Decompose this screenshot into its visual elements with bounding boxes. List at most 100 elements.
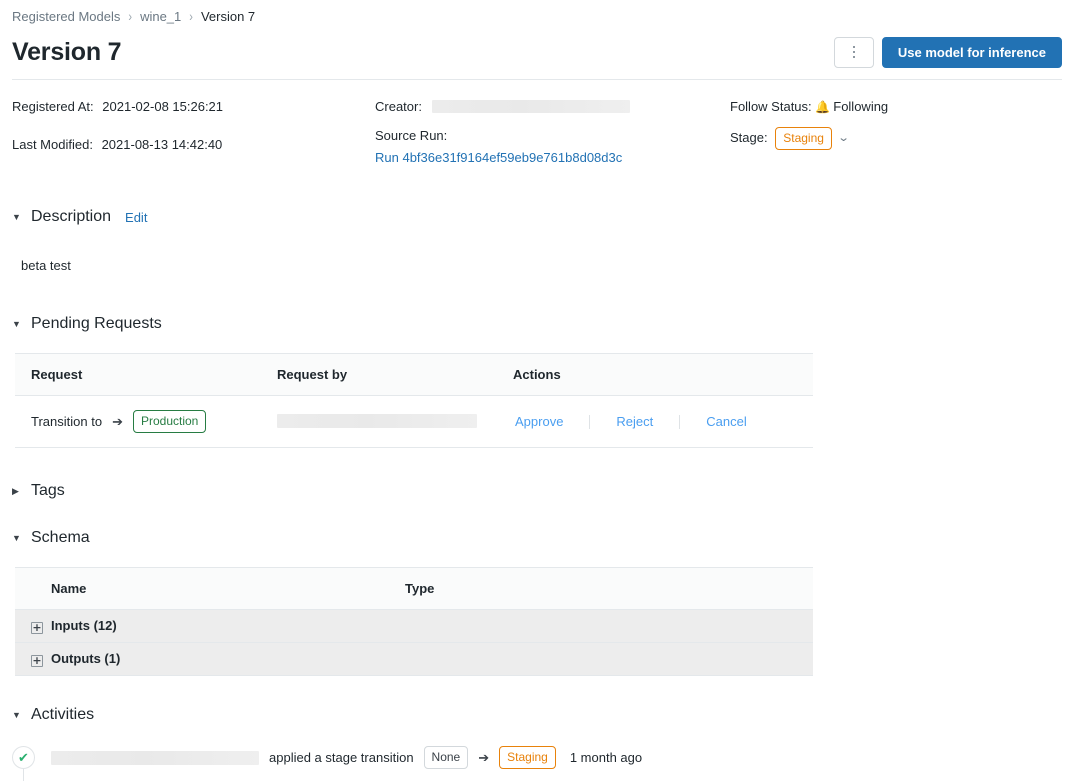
activity-text: applied a stage transition xyxy=(269,750,414,765)
header-actions: Use model for inference xyxy=(833,36,1062,68)
caret-right-icon: ▶ xyxy=(12,485,19,496)
request-cell: Transition to ➔ Production xyxy=(15,395,261,448)
label-colon: : xyxy=(90,99,94,114)
follow-status-label: Follow Status xyxy=(730,99,809,114)
expand-plus-icon[interactable]: + xyxy=(31,622,43,634)
schema-outputs-type xyxy=(405,642,813,676)
column-header-type: Type xyxy=(405,567,813,610)
expand-plus-icon[interactable]: + xyxy=(31,655,43,667)
metadata-column-dates: Registered At: 2021-02-08 15:26:21 Last … xyxy=(12,97,375,186)
stage-badge: Staging xyxy=(775,127,832,150)
request-prefix: Transition to xyxy=(31,414,103,429)
schema-section-header[interactable]: ▼ Schema xyxy=(12,527,1062,549)
caret-down-icon: ▼ xyxy=(12,709,21,720)
source-run-field: Source Run: Run 4bf36e31f9164ef59eb9e761… xyxy=(375,126,730,167)
last-modified-field: Last Modified: 2021-08-13 14:42:40 xyxy=(12,135,375,154)
breadcrumb-item-registered-models[interactable]: Registered Models xyxy=(12,9,120,24)
label-colon: : xyxy=(808,99,812,114)
table-body: Transition to ➔ Production Approve Rejec… xyxy=(15,395,813,448)
registered-at-label: Registered At xyxy=(12,99,91,114)
breadcrumb-item-wine-1[interactable]: wine_1 xyxy=(140,9,181,24)
breadcrumb-item-version-7: Version 7 xyxy=(200,9,256,24)
schema-inputs-type xyxy=(405,609,813,643)
schema-table: Name Type + Inputs (12) + Outputs (1) xyxy=(15,567,813,676)
requested-by-redacted xyxy=(277,414,477,428)
follow-status-value[interactable]: Following xyxy=(833,99,888,114)
pending-requests-section: ▼ Pending Requests Request Request by Ac… xyxy=(12,313,1062,448)
description-body: beta test xyxy=(21,258,71,273)
page-header: Version 7 Use model for inference xyxy=(12,30,1062,74)
activity-from-stage-badge: None xyxy=(423,746,469,769)
use-model-for-inference-button[interactable]: Use model for inference xyxy=(881,36,1062,68)
metadata-column-status: Follow Status: 🔔 Following Stage: Staging… xyxy=(730,97,1062,186)
source-run-link[interactable]: Run 4bf36e31f9164ef59eb9e761b8d08d3c xyxy=(375,148,730,167)
description-section-header[interactable]: ▼ Description Edit xyxy=(12,206,1062,228)
description-title: Description xyxy=(31,208,112,225)
pending-requests-table: Request Request by Actions Transition to… xyxy=(15,353,813,448)
stage-control: Staging ⌄ xyxy=(775,127,850,150)
stage-label: Stage xyxy=(730,130,764,145)
action-divider xyxy=(589,414,591,429)
chevron-down-icon[interactable]: ⌄ xyxy=(837,129,849,148)
caret-down-icon: ▼ xyxy=(12,211,21,222)
pending-requests-section-header[interactable]: ▼ Pending Requests xyxy=(12,313,1062,335)
approve-link[interactable]: Approve xyxy=(513,414,565,429)
page-title: Version 7 xyxy=(12,37,122,66)
description-edit-link[interactable]: Edit xyxy=(125,210,147,225)
tags-section: ▶ Tags xyxy=(12,480,1062,502)
column-header-name: Name xyxy=(15,567,405,610)
tags-section-header[interactable]: ▶ Tags xyxy=(12,480,1062,502)
table-header-row: Request Request by Actions xyxy=(15,353,813,396)
creator-value-redacted xyxy=(431,100,630,113)
creator-field: Creator: xyxy=(375,97,730,116)
activity-timestamp: 1 month ago xyxy=(569,750,643,765)
schema-row-name: Outputs (1) xyxy=(51,651,121,666)
follow-status-field: Follow Status: 🔔 Following xyxy=(730,97,1062,117)
schema-section: ▼ Schema Name Type + Inputs (12) + Outpu… xyxy=(12,527,1062,676)
registered-at-value: 2021-02-08 15:26:21 xyxy=(102,99,224,114)
table-row[interactable]: + Inputs (12) xyxy=(15,609,813,643)
breadcrumb-separator-icon: › xyxy=(128,9,133,24)
arrow-right-icon: ➔ xyxy=(478,749,490,765)
cancel-link[interactable]: Cancel xyxy=(704,414,748,429)
target-stage-badge: Production xyxy=(132,410,207,433)
metadata-column-source: Creator: Source Run: Run 4bf36e31f9164ef… xyxy=(375,97,730,186)
schema-table-head: Name Type xyxy=(15,567,813,610)
action-divider xyxy=(679,414,681,429)
kebab-icon xyxy=(852,45,856,59)
registered-at-field: Registered At: 2021-02-08 15:26:21 xyxy=(12,97,375,116)
table-row[interactable]: + Outputs (1) xyxy=(15,642,813,676)
schema-row-name: Inputs (12) xyxy=(51,618,117,633)
label-colon: : xyxy=(763,130,768,145)
activity-item: ✔ applied a stage transition None ➔ Stag… xyxy=(12,746,1062,781)
pending-requests-title: Pending Requests xyxy=(31,315,162,332)
creator-label: Creator xyxy=(375,99,419,114)
check-icon: ✔ xyxy=(12,746,35,769)
breadcrumb: Registered Models › wine_1 › Version 7 xyxy=(12,0,1062,26)
caret-down-icon: ▼ xyxy=(12,318,21,329)
activities-section: ▼ Activities ✔ applied a stage transitio… xyxy=(12,704,1062,781)
last-modified-value: 2021-08-13 14:42:40 xyxy=(101,137,223,152)
caret-down-icon: ▼ xyxy=(12,532,21,543)
table-row: Transition to ➔ Production Approve Rejec… xyxy=(15,395,813,448)
schema-table-body: + Inputs (12) + Outputs (1) xyxy=(15,609,813,676)
bell-icon: 🔔 xyxy=(815,100,831,114)
schema-inputs-cell: + Inputs (12) xyxy=(15,609,405,643)
activity-to-stage-badge: Staging xyxy=(499,746,556,769)
arrow-right-icon: ➔ xyxy=(112,413,123,429)
last-modified-label: Last Modified xyxy=(12,137,90,152)
column-header-actions: Actions xyxy=(497,353,813,396)
breadcrumb-separator-icon: › xyxy=(189,9,193,24)
activity-actor-redacted xyxy=(51,750,259,765)
timeline-connector xyxy=(23,769,24,781)
column-header-request-by: Request by xyxy=(261,353,497,396)
table-head: Request Request by Actions xyxy=(15,353,813,396)
requested-by-cell xyxy=(261,395,497,448)
label-colon: : xyxy=(443,128,448,143)
activities-section-header[interactable]: ▼ Activities xyxy=(12,704,1062,726)
tags-title: Tags xyxy=(31,482,65,499)
request-description: Transition to ➔ Production xyxy=(31,410,261,433)
reject-link[interactable]: Reject xyxy=(614,414,655,429)
activities-title: Activities xyxy=(31,706,95,723)
overflow-menu-button[interactable] xyxy=(833,36,874,68)
